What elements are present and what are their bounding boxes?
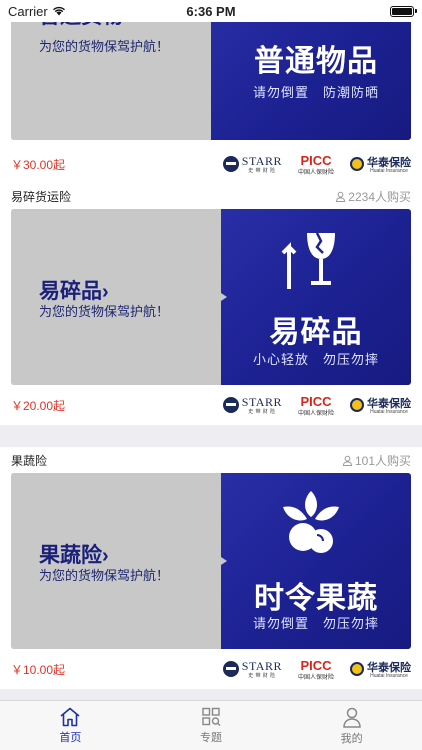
- purchase-count: 2234人购买: [335, 188, 411, 205]
- starr-logo: STARR 史 带 财 险: [222, 395, 282, 415]
- card-header: 易碎货运险 2234人购买: [0, 183, 422, 209]
- card-footer: ￥20.00起 STARR 史 带 财 险 PICC 中国人保财险 华泰保险 H…: [0, 385, 422, 425]
- picc-logo: PICC 中国人保财险: [297, 393, 334, 417]
- wifi-icon: [52, 6, 65, 16]
- tab-home[interactable]: 首页: [0, 701, 141, 750]
- tab-topics[interactable]: 专题: [141, 701, 282, 750]
- product-banner[interactable]: 易碎品› 为您的货物保驾护航！ 易碎品 小心轻放 勿压勿摔: [11, 209, 411, 385]
- card-title: 易碎货运险: [11, 189, 72, 204]
- insurer-logos: STARR 史 带 财 险 PICC 中国人保财险 华泰保险 Huatai In…: [222, 152, 411, 176]
- tab-label: 首页: [59, 731, 82, 744]
- topics-icon: [202, 707, 221, 726]
- product-card-general[interactable]: 普通货物 为您的货物保驾护航！ 普通物品 请勿倒置 防潮防晒 ￥30.00起 S…: [0, 0, 422, 188]
- banner-headline: 普通物品: [254, 45, 378, 78]
- banner-subtitle: 为您的货物保驾护航！: [39, 568, 170, 583]
- picc-logo: PICC 中国人保财险: [297, 152, 334, 176]
- picc-logo: PICC 中国人保财险: [297, 657, 334, 681]
- banner-tagline: 小心轻放 勿压勿摔: [252, 352, 379, 367]
- fruit-icon: [283, 491, 339, 553]
- tab-label: 我的: [340, 732, 363, 745]
- price-label: ￥10.00起: [11, 662, 66, 677]
- huatai-logo: 华泰保险 Huatai Insurance: [350, 154, 411, 174]
- clock: 6:36 PM: [186, 3, 236, 19]
- home-icon: [60, 707, 80, 726]
- card-title: 果蔬险: [11, 453, 48, 468]
- starr-logo: STARR 史 带 财 险: [222, 154, 282, 174]
- person-icon: [342, 455, 353, 466]
- insurer-logos: STARR 史 带 财 险 PICC 中国人保财险 华泰保险 Huatai In…: [222, 393, 411, 417]
- tab-profile[interactable]: 我的: [281, 701, 422, 750]
- huatai-logo: 华泰保险 Huatai Insurance: [350, 659, 411, 679]
- tab-label: 专题: [200, 731, 222, 744]
- carrier-label: Carrier: [8, 3, 48, 19]
- banner-headline: 时令果蔬: [254, 582, 378, 615]
- purchase-count: 101人购买: [342, 452, 411, 469]
- product-list[interactable]: 普通货物 为您的货物保驾护航！ 普通物品 请勿倒置 防潮防晒 ￥30.00起 S…: [0, 0, 422, 700]
- profile-icon: [342, 707, 361, 728]
- tab-bar: 首页 专题 我的: [0, 700, 422, 750]
- product-card-produce[interactable]: 果蔬险 101人购买 果蔬险› 为您的货物保驾护航！ 时令果蔬 请勿倒置 勿压勿…: [0, 447, 422, 689]
- banner-tagline: 请勿倒置 防潮防晒: [252, 85, 379, 100]
- huatai-logo: 华泰保险 Huatai Insurance: [350, 395, 411, 415]
- price-label: ￥30.00起: [11, 157, 66, 172]
- banner-subtitle: 为您的货物保驾护航！: [39, 304, 170, 319]
- banner-tagline: 请勿倒置 勿压勿摔: [252, 616, 379, 631]
- card-footer: ￥10.00起 STARR 史 带 财 险 PICC 中国人保财险 华泰保险 H…: [0, 649, 422, 689]
- insurer-logos: STARR 史 带 财 险 PICC 中国人保财险 华泰保险 Huatai In…: [222, 657, 411, 681]
- person-icon: [336, 191, 346, 202]
- banner-subtitle: 为您的货物保驾护航！: [39, 39, 170, 54]
- card-footer: ￥30.00起 STARR 史 带 财 险 PICC 中国人保财险 华泰保险 H…: [0, 140, 422, 188]
- price-label: ￥20.00起: [11, 398, 66, 413]
- starr-logo: STARR 史 带 财 险: [222, 659, 282, 679]
- product-card-fragile[interactable]: 易碎货运险 2234人购买 易碎品› 为您的货物保驾护航！ 易碎品 小心轻放 勿…: [0, 183, 422, 425]
- banner-headline: 易碎品: [269, 316, 363, 349]
- card-header: 果蔬险 101人购买: [0, 447, 422, 473]
- product-banner[interactable]: 果蔬险› 为您的货物保驾护航！ 时令果蔬 请勿倒置 勿压勿摔: [11, 473, 411, 649]
- fragile-glass-icon: [281, 232, 335, 289]
- status-bar: Carrier 6:36 PM: [0, 0, 422, 22]
- battery-icon: [390, 5, 417, 17]
